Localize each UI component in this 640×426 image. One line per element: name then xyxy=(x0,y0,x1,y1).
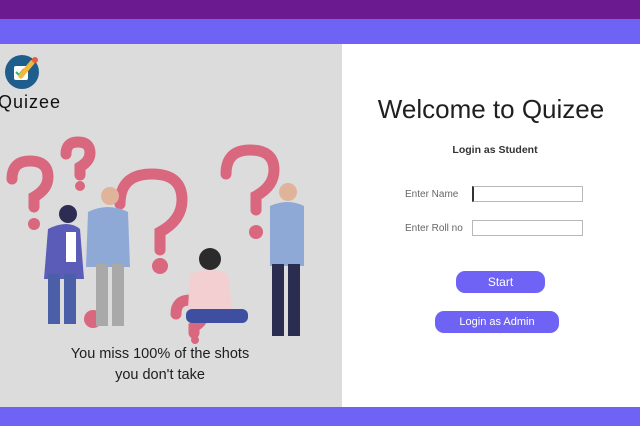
login-subtitle: Login as Student xyxy=(452,144,538,156)
person-figure-4 xyxy=(270,183,304,336)
motivational-quote-line-1: You miss 100% of the shots xyxy=(70,346,250,362)
person-figure-3 xyxy=(186,248,248,323)
welcome-heading: Welcome to Quizee xyxy=(377,94,605,124)
top-banner-dark xyxy=(0,0,640,19)
login-as-admin-button[interactable]: Login as Admin xyxy=(435,311,559,333)
person-figure-1 xyxy=(44,205,84,324)
brand-name: Quizee xyxy=(0,92,62,112)
illustration-panel: Quizee You miss 100% of the shots you do… xyxy=(0,44,342,407)
people-question-marks-illustration xyxy=(6,136,304,344)
motivational-quote-line-2: you don't take xyxy=(115,367,205,383)
name-label: Enter Name xyxy=(405,189,459,200)
bottom-banner xyxy=(0,407,640,426)
quizee-logo-icon xyxy=(5,55,39,89)
name-input[interactable] xyxy=(472,186,583,202)
roll-no-input[interactable] xyxy=(472,220,583,236)
login-panel: Welcome to Quizee Login as Student Enter… xyxy=(342,44,640,407)
top-banner-accent xyxy=(0,19,640,44)
roll-no-label: Enter Roll no xyxy=(405,223,463,234)
start-button[interactable]: Start xyxy=(456,271,545,293)
